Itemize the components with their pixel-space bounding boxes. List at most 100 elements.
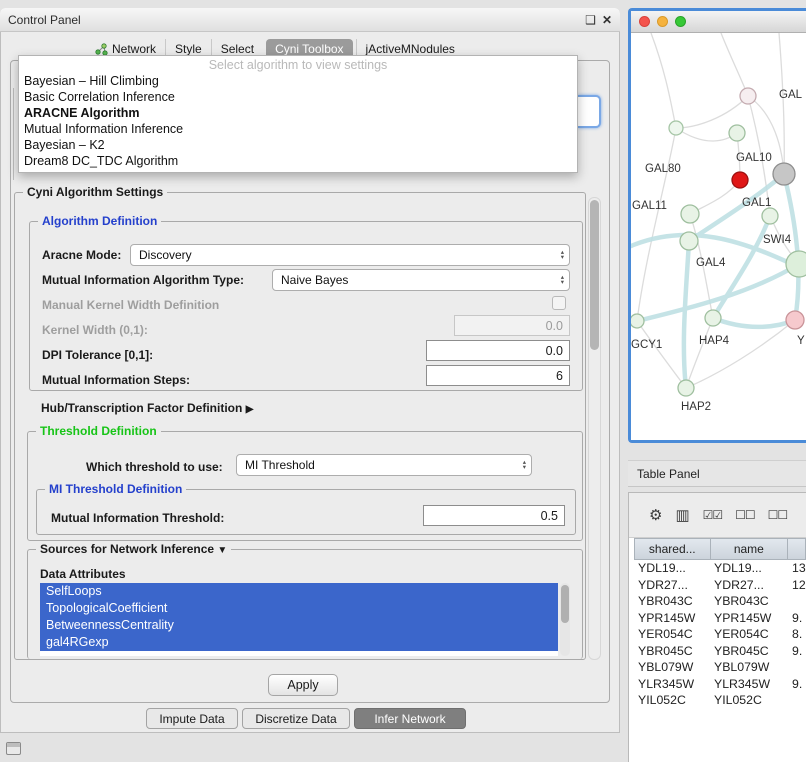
list-item-topologicalcoefficient[interactable]: TopologicalCoefficient [40, 600, 558, 617]
dpi-tolerance-field[interactable]: 0.0 [426, 340, 570, 361]
algorithm-option-basic-correlation[interactable]: Basic Correlation Inference [19, 89, 577, 105]
mi-steps-field[interactable]: 6 [426, 365, 570, 386]
cell: YBR043C [634, 593, 710, 610]
mi-algorithm-type-combo[interactable]: Naive Bayes ▴▾ [272, 269, 570, 291]
dpi-tolerance-label: DPI Tolerance [0,1]: [42, 348, 153, 362]
tab-style-label: Style [175, 42, 202, 56]
network-tab-icon [95, 43, 108, 56]
network-node-hap4[interactable] [705, 310, 721, 326]
node-label: GAL [779, 89, 803, 101]
manual-kernel-width-label: Manual Kernel Width Definition [42, 298, 219, 312]
column-header-name[interactable]: name [711, 539, 789, 559]
apply-button-label: Apply [287, 678, 318, 692]
network-node-hap2[interactable] [678, 380, 694, 396]
algorithm-option-mutual-information[interactable]: Mutual Information Inference [19, 121, 577, 137]
control-panel-titlebar: Control Panel ❑ ✕ [0, 8, 620, 32]
which-threshold-label: Which threshold to use: [86, 460, 223, 474]
combo-arrows-icon: ▴▾ [517, 460, 526, 470]
table-panel-header: Table Panel [628, 460, 806, 487]
algorithm-combo-fragment[interactable] [578, 95, 601, 128]
sources-toggle[interactable]: Sources for Network Inference ▼ [36, 542, 231, 556]
settings-scrollbar-thumb[interactable] [590, 200, 599, 350]
network-node-gal11[interactable] [681, 205, 699, 223]
aracne-mode-combo[interactable]: Discovery ▴▾ [130, 244, 570, 266]
network-node[interactable] [729, 125, 745, 141]
table-row[interactable]: YBR045C YBR045C 9. [634, 643, 806, 660]
apply-button[interactable]: Apply [268, 674, 338, 696]
tab-discretize-data-label: Discretize Data [255, 712, 336, 726]
close-window-icon[interactable]: ✕ [602, 13, 612, 27]
table-row[interactable]: YPR145W YPR145W 9. [634, 610, 806, 627]
node-label-gal1: GAL1 [742, 197, 771, 209]
table-settings-gear-icon[interactable]: ⚙ [649, 508, 662, 523]
column-header-partial[interactable] [788, 539, 806, 559]
cell: YIL052C [634, 692, 710, 709]
network-node-gal1[interactable] [762, 208, 778, 224]
network-node-swi4[interactable] [786, 251, 806, 277]
select-all-columns-icon[interactable]: ☑☑ [703, 508, 723, 523]
table-row[interactable]: YBL079W YBL079W [634, 659, 806, 676]
tab-cyni-toolbox-label: Cyni Toolbox [275, 42, 343, 56]
table-row[interactable]: YIL052C YIL052C [634, 692, 806, 709]
attributes-list-scrollbar[interactable] [560, 583, 570, 656]
cell: YLR345W [634, 676, 710, 693]
manual-kernel-width-checkbox[interactable] [552, 296, 566, 310]
network-node-gal10-selected[interactable] [732, 172, 748, 188]
cell: 9. [788, 643, 806, 660]
column-header-shared-name[interactable]: shared... [635, 539, 711, 559]
list-item-selfloops[interactable]: SelfLoops [40, 583, 558, 600]
table-body: YDL19... YDL19... 13 YDR27... YDR27... 1… [634, 560, 806, 709]
network-window-titlebar [631, 11, 806, 33]
cyni-algorithm-settings-group: Cyni Algorithm Settings Algorithm Defini… [14, 192, 586, 660]
tab-discretize-data[interactable]: Discretize Data [242, 708, 350, 729]
minimize-traffic-light[interactable] [657, 16, 668, 27]
network-node[interactable] [669, 121, 683, 135]
list-item-gal4rgexp[interactable]: gal4RGexp [40, 634, 558, 651]
show-columns-icon[interactable]: ▥ [675, 508, 689, 523]
zoom-traffic-light[interactable] [675, 16, 686, 27]
close-traffic-light[interactable] [639, 16, 650, 27]
partial-toolbar-icon[interactable]: ☐☐ [768, 508, 788, 523]
algorithm-option-bayesian-hill-climbing[interactable]: Bayesian – Hill Climbing [19, 73, 577, 89]
deselect-all-columns-icon[interactable]: ☐☐ [735, 508, 755, 523]
mi-threshold-label: Mutual Information Threshold: [51, 511, 224, 525]
network-node[interactable] [740, 88, 756, 104]
tab-infer-network-label: Infer Network [374, 712, 445, 726]
algorithm-option-dream8[interactable]: Dream8 DC_TDC Algorithm [19, 153, 577, 169]
table-row[interactable]: YDL19... YDL19... 13 [634, 560, 806, 577]
network-node-gray[interactable] [773, 163, 795, 185]
network-node-gcy1[interactable] [631, 314, 644, 328]
network-node-pink[interactable] [786, 311, 804, 329]
algorithm-option-aracne[interactable]: ARACNE Algorithm [19, 105, 577, 121]
mi-threshold-definition-title: MI Threshold Definition [45, 482, 186, 496]
kernel-width-label: Kernel Width (0,1): [42, 323, 148, 337]
hub-definition-toggle[interactable]: Hub/Transcription Factor Definition ▶ [41, 401, 253, 415]
algorithm-option-bayesian-k2[interactable]: Bayesian – K2 [19, 137, 577, 153]
list-item-betweennesscentrality[interactable]: BetweennessCentrality [40, 617, 558, 634]
table-row[interactable]: YBR043C YBR043C [634, 593, 806, 610]
minimized-window-icon[interactable] [6, 742, 21, 755]
attributes-list-scrollbar-thumb[interactable] [561, 585, 569, 623]
which-threshold-combo[interactable]: MI Threshold ▴▾ [236, 454, 532, 476]
node-label-swi4: SWI4 [763, 234, 792, 246]
collapsed-arrow-icon: ▶ [246, 404, 254, 415]
network-node-gal4[interactable] [680, 232, 698, 250]
table-row[interactable]: YDR27... YDR27... 12 [634, 577, 806, 594]
kernel-width-field[interactable]: 0.0 [454, 315, 570, 336]
node-label-partial: Y [797, 335, 805, 347]
kernel-width-value: 0.0 [546, 319, 563, 333]
cell [788, 692, 806, 709]
network-canvas[interactable]: GAL GAL80 GAL10 GAL11 GAL1 SWI4 GAL4 GCY… [631, 33, 806, 440]
sources-group: Sources for Network Inference ▼ Data Att… [27, 549, 583, 659]
table-row[interactable]: YER054C YER054C 8. [634, 626, 806, 643]
cell: YDL19... [634, 560, 710, 577]
mi-threshold-field[interactable]: 0.5 [423, 505, 565, 526]
tab-impute-data[interactable]: Impute Data [146, 708, 238, 729]
which-threshold-value: MI Threshold [245, 458, 315, 472]
table-row[interactable]: YLR345W YLR345W 9. [634, 676, 806, 693]
tab-infer-network[interactable]: Infer Network [354, 708, 466, 729]
dpi-tolerance-value: 0.0 [546, 344, 563, 358]
combo-arrows-icon: ▴▾ [555, 275, 564, 285]
float-window-icon[interactable]: ❑ [585, 13, 596, 27]
control-panel-title: Control Panel [8, 13, 579, 27]
